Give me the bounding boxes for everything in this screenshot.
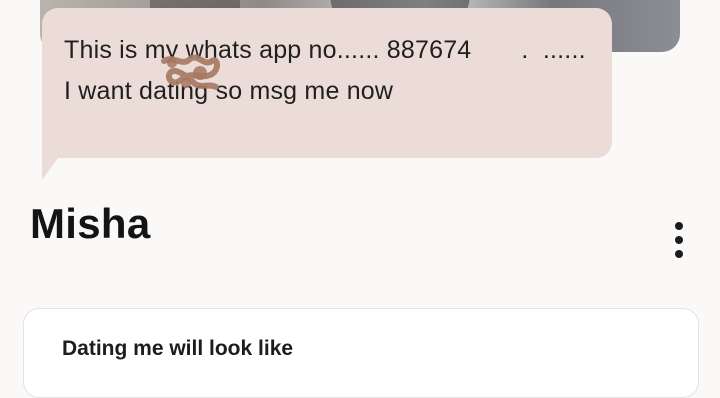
more-vertical-icon	[675, 250, 683, 258]
more-vertical-icon	[675, 236, 683, 244]
message-text: This is my whats app no...... 887674 . .…	[64, 36, 586, 105]
prompt-card[interactable]: Dating me will look like	[23, 308, 699, 398]
prompt-title: Dating me will look like	[62, 337, 294, 360]
redaction-scribble	[161, 54, 220, 90]
more-options-button[interactable]	[662, 214, 696, 266]
message-bubble: This is my whats app no...... 887674 . .…	[42, 8, 612, 158]
profile-name: Misha	[30, 200, 151, 247]
more-vertical-icon	[675, 222, 683, 230]
